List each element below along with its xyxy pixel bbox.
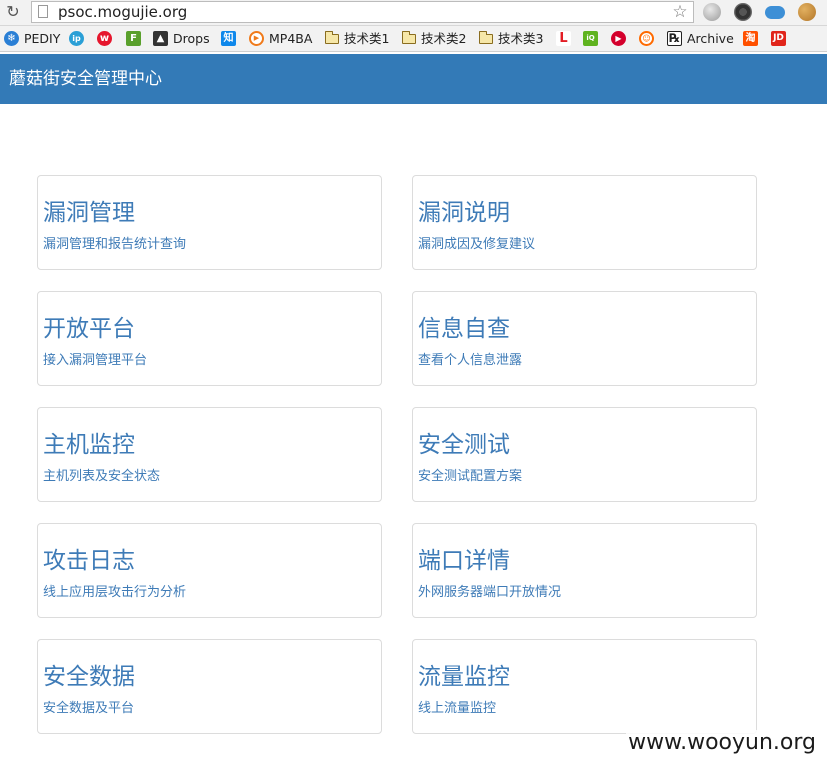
bookmark-taobao[interactable]: 淘 — [743, 26, 763, 52]
app-title[interactable]: 蘑菇街安全管理中心 — [9, 54, 162, 104]
bookmark-label: Drops — [173, 31, 210, 46]
card-vuln-management[interactable]: 漏洞管理 漏洞管理和报告统计查询 — [37, 175, 382, 270]
smiley-icon: ☺ — [639, 31, 654, 46]
bookmark-zhihu[interactable]: 知 — [221, 26, 241, 52]
mp4ba-icon: ▶ — [249, 31, 264, 46]
url-text[interactable]: psoc.mogujie.org — [58, 2, 187, 22]
card-title: 攻击日志 — [43, 548, 135, 574]
bookmarks-bar: ❄ PEDIY ip w F ▲ Drops 知 ▶ MP4BA 技术类1 技术类2 … — [0, 26, 827, 52]
card-open-platform[interactable]: 开放平台 接入漏洞管理平台 — [37, 291, 382, 386]
bookmark-label: 技术类3 — [498, 31, 544, 46]
card-description: 接入漏洞管理平台 — [43, 353, 148, 368]
app-header: 蘑菇街安全管理中心 — [0, 54, 827, 104]
snowflake-icon: ❄ — [4, 31, 19, 46]
page-icon — [38, 5, 48, 18]
drops-icon: ▲ — [153, 31, 168, 46]
card-info-self-check[interactable]: 信息自查 查看个人信息泄露 — [412, 291, 757, 386]
card-description: 外网服务器端口开放情况 — [418, 585, 562, 600]
bookmark-jd[interactable]: JD — [771, 26, 791, 52]
card-description: 安全数据及平台 — [43, 701, 135, 716]
card-title: 信息自查 — [418, 316, 510, 342]
bookmark-star-icon[interactable]: ☆ — [671, 2, 689, 22]
card-description: 安全测试配置方案 — [418, 469, 523, 484]
card-vuln-description[interactable]: 漏洞说明 漏洞成因及修复建议 — [412, 175, 757, 270]
zhihu-icon: 知 — [221, 31, 236, 46]
card-description: 查看个人信息泄露 — [418, 353, 523, 368]
card-port-details[interactable]: 端口详情 外网服务器端口开放情况 — [412, 523, 757, 618]
bookmark-f[interactable]: F — [126, 26, 146, 52]
card-description: 主机列表及安全状态 — [43, 469, 161, 484]
folder-icon — [478, 30, 493, 44]
bookmark-label: 技术类1 — [344, 31, 390, 46]
bookmark-label: PEDIY — [24, 31, 61, 46]
bookmark-folder-tech2[interactable]: 技术类2 — [401, 26, 467, 52]
youku-icon: ▶ — [611, 31, 626, 46]
cloud-extension-icon[interactable] — [765, 6, 785, 19]
card-host-monitoring[interactable]: 主机监控 主机列表及安全状态 — [37, 407, 382, 502]
bookmark-folder-tech3[interactable]: 技术类3 — [478, 26, 544, 52]
f-icon: F — [126, 31, 141, 46]
letv-icon: L — [556, 31, 571, 46]
card-title: 流量监控 — [418, 664, 510, 690]
bookmark-label: Archive — [687, 31, 734, 46]
bookmark-label: MP4BA — [269, 31, 313, 46]
weibo-icon: w — [97, 31, 112, 46]
bookmark-letv[interactable]: L — [556, 26, 576, 52]
reload-icon[interactable]: ↻ — [4, 3, 22, 21]
bookmark-folder-tech1[interactable]: 技术类1 — [324, 26, 390, 52]
card-description: 漏洞成因及修复建议 — [418, 237, 536, 252]
bookmark-weibo[interactable]: w — [97, 26, 117, 52]
bookmark-label: 技术类2 — [421, 31, 467, 46]
gear-extension-icon[interactable] — [734, 3, 752, 21]
globe-extension-icon[interactable] — [703, 3, 721, 21]
card-description: 漏洞管理和报告统计查询 — [43, 237, 187, 252]
bookmark-ip[interactable]: ip — [69, 26, 89, 52]
taobao-icon: 淘 — [743, 31, 758, 46]
url-box[interactable]: psoc.mogujie.org ☆ — [31, 1, 694, 23]
card-attack-logs[interactable]: 攻击日志 线上应用层攻击行为分析 — [37, 523, 382, 618]
bookmark-pediy[interactable]: ❄ PEDIY — [4, 26, 60, 52]
bookmark-youku[interactable]: ▶ — [611, 26, 631, 52]
card-security-testing[interactable]: 安全测试 安全测试配置方案 — [412, 407, 757, 502]
card-traffic-monitoring[interactable]: 流量监控 线上流量监控 — [412, 639, 757, 734]
iqiyi-icon: iQ — [583, 31, 598, 46]
card-security-data[interactable]: 安全数据 安全数据及平台 — [37, 639, 382, 734]
bookmark-smiley[interactable]: ☺ — [639, 26, 659, 52]
card-description: 线上应用层攻击行为分析 — [43, 585, 187, 600]
ip-icon: ip — [69, 31, 84, 46]
card-title: 端口详情 — [418, 548, 510, 574]
card-title: 漏洞管理 — [43, 200, 135, 226]
card-description: 线上流量监控 — [418, 701, 497, 716]
card-title: 主机监控 — [43, 432, 135, 458]
watermark: www.wooyun.org — [626, 730, 818, 755]
browser-address-bar: ↻ psoc.mogujie.org ☆ — [0, 0, 827, 26]
bookmark-iqiyi[interactable]: iQ — [583, 26, 603, 52]
card-title: 安全测试 — [418, 432, 510, 458]
bookmark-archive[interactable]: ℞ Archive — [667, 26, 734, 52]
folder-icon — [401, 30, 416, 44]
card-title: 开放平台 — [43, 316, 135, 342]
archive-icon: ℞ — [667, 31, 682, 46]
bookmark-mp4ba[interactable]: ▶ MP4BA — [249, 26, 312, 52]
folder-icon — [324, 30, 339, 44]
cookie-extension-icon[interactable] — [798, 3, 816, 21]
bookmark-drops[interactable]: ▲ Drops — [153, 26, 210, 52]
card-title: 安全数据 — [43, 664, 135, 690]
card-title: 漏洞说明 — [418, 200, 510, 226]
jd-icon: JD — [771, 31, 786, 46]
